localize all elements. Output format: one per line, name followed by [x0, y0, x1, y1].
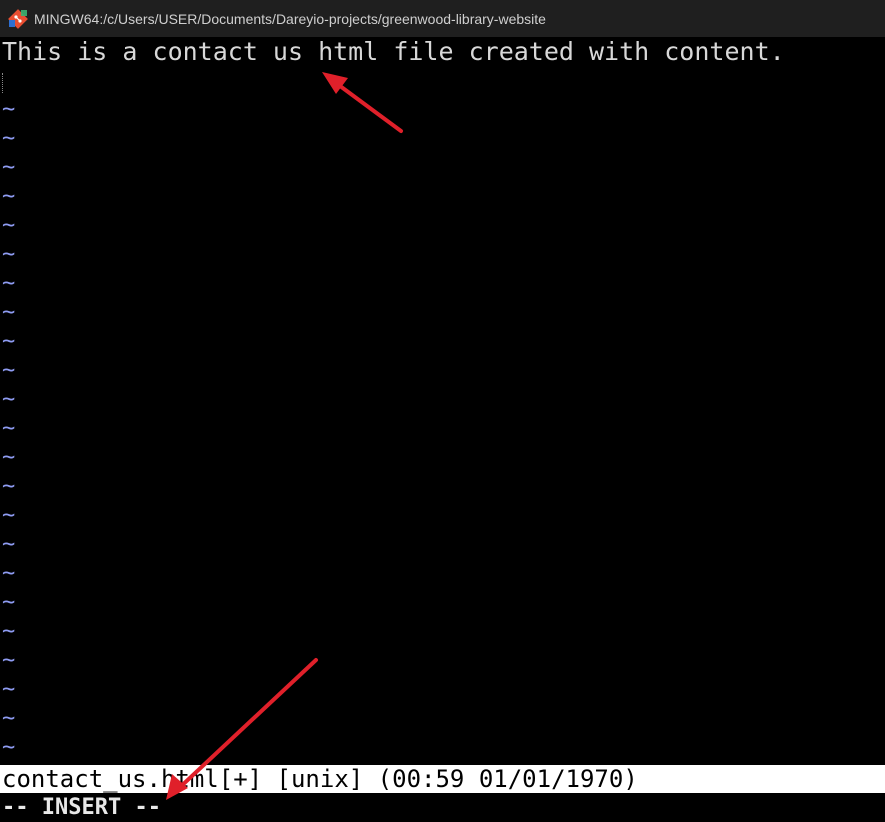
- text-cursor: [2, 73, 5, 93]
- empty-line-tilde: ~: [2, 97, 16, 122]
- buffer-line-1[interactable]: This is a contact us html file created w…: [2, 37, 785, 67]
- vim-mode-indicator: -- INSERT --: [0, 793, 885, 822]
- empty-line-tilde: ~: [2, 155, 16, 180]
- empty-line-tilde: ~: [2, 358, 16, 383]
- empty-line-tilde: ~: [2, 648, 16, 673]
- empty-line-tilde: ~: [2, 126, 16, 151]
- empty-line-tilde: ~: [2, 619, 16, 644]
- empty-line-tilde: ~: [2, 706, 16, 731]
- empty-line-tilde: ~: [2, 416, 16, 441]
- empty-line-tilde: ~: [2, 329, 16, 354]
- empty-line-tilde: ~: [2, 503, 16, 528]
- git-bash-icon: [8, 8, 28, 29]
- empty-line-tilde: ~: [2, 677, 16, 702]
- empty-line-tilde: ~: [2, 561, 16, 586]
- window-title: MINGW64:/c/Users/USER/Documents/Dareyio-…: [34, 10, 546, 27]
- vim-editor-area[interactable]: This is a contact us html file created w…: [0, 37, 885, 822]
- empty-line-tilde: ~: [2, 213, 16, 238]
- empty-line-tilde: ~: [2, 300, 16, 325]
- window-titlebar[interactable]: MINGW64:/c/Users/USER/Documents/Dareyio-…: [0, 0, 885, 37]
- empty-line-tilde: ~: [2, 271, 16, 296]
- vim-status-line: contact_us.html[+] [unix] (00:59 01/01/1…: [0, 765, 885, 793]
- empty-line-tilde: ~: [2, 590, 16, 615]
- empty-line-tilde: ~: [2, 474, 16, 499]
- empty-line-tilde: ~: [2, 184, 16, 209]
- terminal-window: MINGW64:/c/Users/USER/Documents/Dareyio-…: [0, 0, 885, 822]
- empty-line-tilde: ~: [2, 242, 16, 267]
- empty-line-tilde: ~: [2, 532, 16, 557]
- empty-line-tilde: ~: [2, 387, 16, 412]
- empty-line-tilde: ~: [2, 445, 16, 470]
- empty-line-tilde: ~: [2, 735, 16, 760]
